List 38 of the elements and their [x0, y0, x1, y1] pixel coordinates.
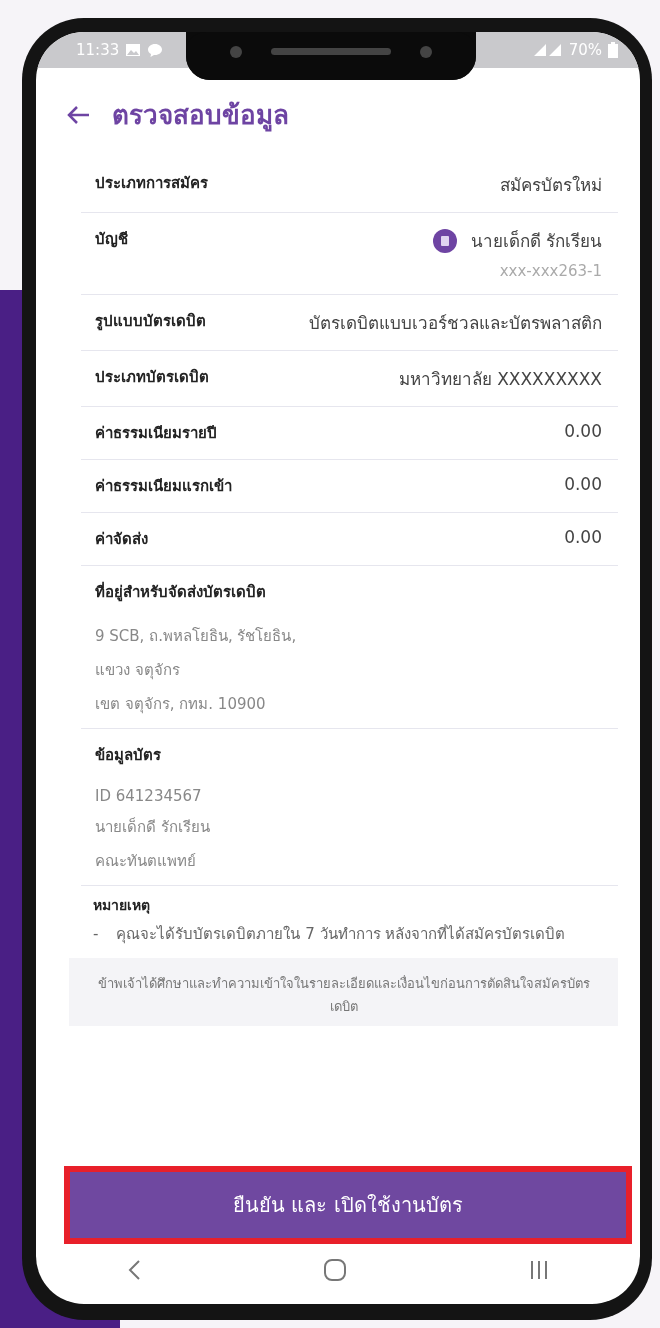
field-value: บัตรเดบิตแบบเวอร์ชวลและบัตรพลาสติก [309, 312, 602, 335]
battery-icon [608, 42, 618, 58]
field-value: 0.00 [564, 421, 602, 441]
field-value: มหาวิทยาลัย XXXXXXXXX [398, 368, 602, 391]
signal-icon [532, 43, 563, 57]
bullet-mark: - [93, 924, 99, 945]
detail-line: ID 641234567 [95, 787, 203, 805]
page-title: ตรวจสอบข้อมูล [112, 99, 289, 134]
account-name: นายเด็กดี รักเรียน [470, 229, 602, 253]
field-label: ค่าจัดส่ง [95, 529, 148, 550]
field-value: 0.00 [564, 474, 602, 494]
field-label: ค่าธรรมเนียมรายปี [95, 423, 217, 444]
section-label: ที่อยู่สำหรับจัดส่งบัตรเดบิต [95, 580, 267, 604]
message-icon [147, 42, 164, 58]
section-label: ข้อมูลบัตร [95, 745, 162, 767]
field-label: บัญชี [95, 229, 128, 250]
detail-line: แขวง จตุจักร [95, 660, 181, 682]
account-number: xxx-xxx263-1 [499, 262, 602, 280]
back-icon[interactable] [127, 1259, 141, 1281]
detail-line: 9 SCB, ถ.พหลโยธิน, รัชโยธิน, [95, 626, 298, 647]
detail-line: เขต จตุจักร, กทม. 10900 [95, 694, 267, 716]
detail-line: นายเด็กดี รักเรียน [95, 816, 211, 838]
field-value: 0.00 [564, 527, 602, 547]
confirm-button[interactable]: ยืนยัน และ เปิดใช้งานบัตร [64, 1166, 632, 1244]
detail-line: คณะทันตแพทย์ [95, 851, 197, 872]
note-title: หมายเหตุ [93, 896, 151, 916]
back-arrow-icon[interactable] [66, 104, 90, 125]
recent-apps-icon[interactable] [529, 1259, 549, 1281]
field-label: ค่าธรรมเนียมแรกเข้า [95, 476, 232, 497]
home-icon[interactable] [323, 1258, 347, 1282]
image-icon [125, 43, 142, 57]
account-icon [432, 228, 457, 253]
consent-text: ข้าพเจ้าได้ศึกษาและทำความเข้าใจในรายละเอียดและเงื่อนไขก่อนการตัดสินใจสมัครบัตรเดบิต [69, 957, 618, 1027]
field-value: สมัครบัตรใหม่ [500, 174, 602, 197]
note-text: คุณจะได้รับบัตรเดบิตภายใน 7 วันทำการ หลังจากที่ได้สมัครบัตรเดบิต [116, 923, 566, 946]
field-label: รูปแบบบัตรเดบิต [95, 311, 206, 333]
field-label: ประเภทการสมัคร [95, 173, 208, 194]
field-label: ประเภทบัตรเดบิต [95, 367, 209, 388]
